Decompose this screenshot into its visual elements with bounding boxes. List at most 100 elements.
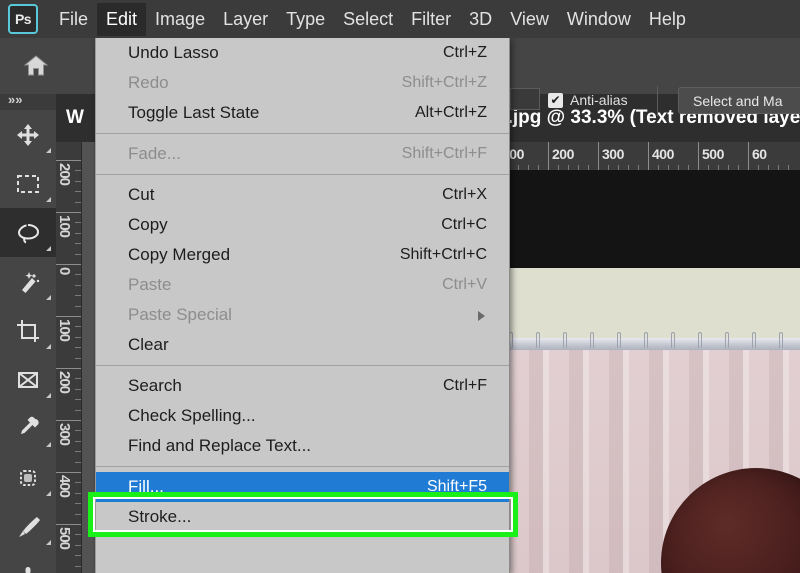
ruler-minor-tick: [768, 165, 769, 170]
menu-item-label: Paste: [128, 275, 171, 295]
quick-selection-tool[interactable]: [0, 257, 56, 306]
move-tool[interactable]: [0, 110, 56, 159]
ruler-tick: [56, 264, 82, 265]
ruler-minor-tick: [758, 165, 759, 170]
canvas-image[interactable]: [503, 170, 800, 573]
fill-highlight-callout: [88, 492, 518, 537]
menu-item-search[interactable]: Search Ctrl+F: [96, 371, 509, 401]
image-curtain-ring: [536, 332, 540, 348]
home-icon: [23, 54, 49, 78]
image-curtain-ring: [644, 332, 648, 348]
menu-item-clear[interactable]: Clear: [96, 330, 509, 360]
menu-item-shortcut: Ctrl+X: [442, 186, 487, 204]
menu-item-cut[interactable]: Cut Ctrl+X: [96, 180, 509, 210]
eyedropper-tool[interactable]: [0, 404, 56, 453]
document-tab[interactable]: W: [56, 94, 94, 142]
ruler-label: 60: [752, 146, 767, 162]
menu-separator: [96, 174, 509, 175]
menu-layer[interactable]: Layer: [214, 3, 277, 36]
menu-item-fade: Fade... Shift+Ctrl+F: [96, 139, 509, 169]
menu-item-label: Search: [128, 376, 182, 396]
spot-healing-brush-tool[interactable]: [0, 453, 56, 502]
canvas-area[interactable]: [495, 170, 800, 573]
select-and-mask-label: Select and Ma: [693, 93, 783, 109]
tool-more-indicator: [46, 197, 51, 202]
lasso-tool[interactable]: [0, 208, 56, 257]
menu-item-label: Cut: [128, 185, 154, 205]
menu-item-undo-lasso[interactable]: Undo LassoCtrl+Z: [96, 38, 509, 68]
ruler-minor-tick: [75, 254, 81, 255]
menu-3d[interactable]: 3D: [460, 3, 501, 36]
menu-separator: [96, 466, 509, 467]
ruler-minor-tick: [75, 326, 81, 327]
menu-item-label: Copy: [128, 215, 168, 235]
ruler-minor-tick: [75, 378, 81, 379]
menu-item-redo: Redo Shift+Ctrl+Z: [96, 68, 509, 98]
ruler-minor-tick: [75, 389, 81, 390]
ruler-minor-tick: [75, 451, 81, 452]
ruler-minor-tick: [578, 165, 579, 170]
ruler-minor-tick: [518, 165, 519, 170]
crop-tool[interactable]: [0, 306, 56, 355]
ruler-tick: [598, 142, 599, 170]
brush-tool[interactable]: [0, 502, 56, 551]
menu-item-label: Fade...: [128, 144, 181, 164]
rectangular-marquee-icon: [14, 170, 42, 198]
ruler-tick: [56, 316, 82, 317]
menu-view[interactable]: View: [501, 3, 558, 36]
menu-filter[interactable]: Filter: [402, 3, 460, 36]
ruler-minor-tick: [628, 165, 629, 170]
image-dark-band: [503, 170, 800, 268]
menu-item-label: Redo: [128, 73, 169, 93]
image-curtain-ring: [590, 332, 594, 348]
menu-file[interactable]: File: [50, 3, 97, 36]
ruler-minor-tick: [668, 165, 669, 170]
menu-window[interactable]: Window: [558, 3, 640, 36]
ruler-minor-tick: [738, 165, 739, 170]
ruler-tick: [56, 420, 82, 421]
brush-icon: [14, 513, 42, 541]
menu-image[interactable]: Image: [146, 3, 214, 36]
menu-edit[interactable]: Edit: [97, 3, 146, 36]
ruler-minor-tick: [75, 233, 81, 234]
menu-separator: [96, 133, 509, 134]
ruler-label: 500: [57, 527, 72, 549]
ruler-label: 400: [652, 146, 674, 162]
ruler-minor-tick: [75, 202, 81, 203]
image-curtain-ring: [617, 332, 621, 348]
ruler-minor-tick: [75, 534, 81, 535]
ruler-minor-tick: [638, 165, 639, 170]
menu-item-label: Paste Special: [128, 305, 232, 325]
menu-item-copy-merged[interactable]: Copy MergedShift+Ctrl+C: [96, 240, 509, 270]
menu-item-copy[interactable]: CopyCtrl+C: [96, 210, 509, 240]
ruler-minor-tick: [75, 170, 81, 171]
menu-item-shortcut: Shift+Ctrl+Z: [402, 74, 487, 92]
ruler-minor-tick: [75, 462, 81, 463]
select-and-mask-button[interactable]: Select and Ma: [678, 87, 800, 114]
ruler-tick: [56, 212, 82, 213]
anti-alias-checkbox[interactable]: ✔: [548, 93, 563, 108]
anti-alias-option[interactable]: ✔ Anti-alias: [548, 92, 628, 108]
ruler-label: 100: [57, 319, 72, 341]
frame-tool[interactable]: [0, 355, 56, 404]
menu-item-shortcut: Ctrl+F: [443, 377, 487, 395]
menu-item-find-and-replace-text[interactable]: Find and Replace Text...: [96, 431, 509, 461]
home-button[interactable]: [6, 44, 66, 88]
eyedropper-icon: [14, 415, 42, 443]
ruler-minor-tick: [718, 165, 719, 170]
menu-help[interactable]: Help: [640, 3, 695, 36]
menu-select[interactable]: Select: [334, 3, 402, 36]
tools-panel: [0, 110, 56, 573]
clone-stamp-tool[interactable]: [0, 551, 56, 573]
menu-item-check-spelling[interactable]: Check Spelling...: [96, 401, 509, 431]
tool-more-indicator: [46, 295, 51, 300]
ruler-minor-tick: [618, 165, 619, 170]
menu-item-toggle-last-state[interactable]: Toggle Last StateAlt+Ctrl+Z: [96, 98, 509, 128]
menu-item-shortcut: Shift+Ctrl+F: [402, 145, 487, 163]
menu-type[interactable]: Type: [277, 3, 334, 36]
menu-item-paste-special: Paste Special: [96, 300, 509, 330]
menu-item-paste: PasteCtrl+V: [96, 270, 509, 300]
ruler-minor-tick: [75, 493, 81, 494]
selection-preview-swatch[interactable]: [510, 88, 540, 110]
rectangular-marquee-tool[interactable]: [0, 159, 56, 208]
